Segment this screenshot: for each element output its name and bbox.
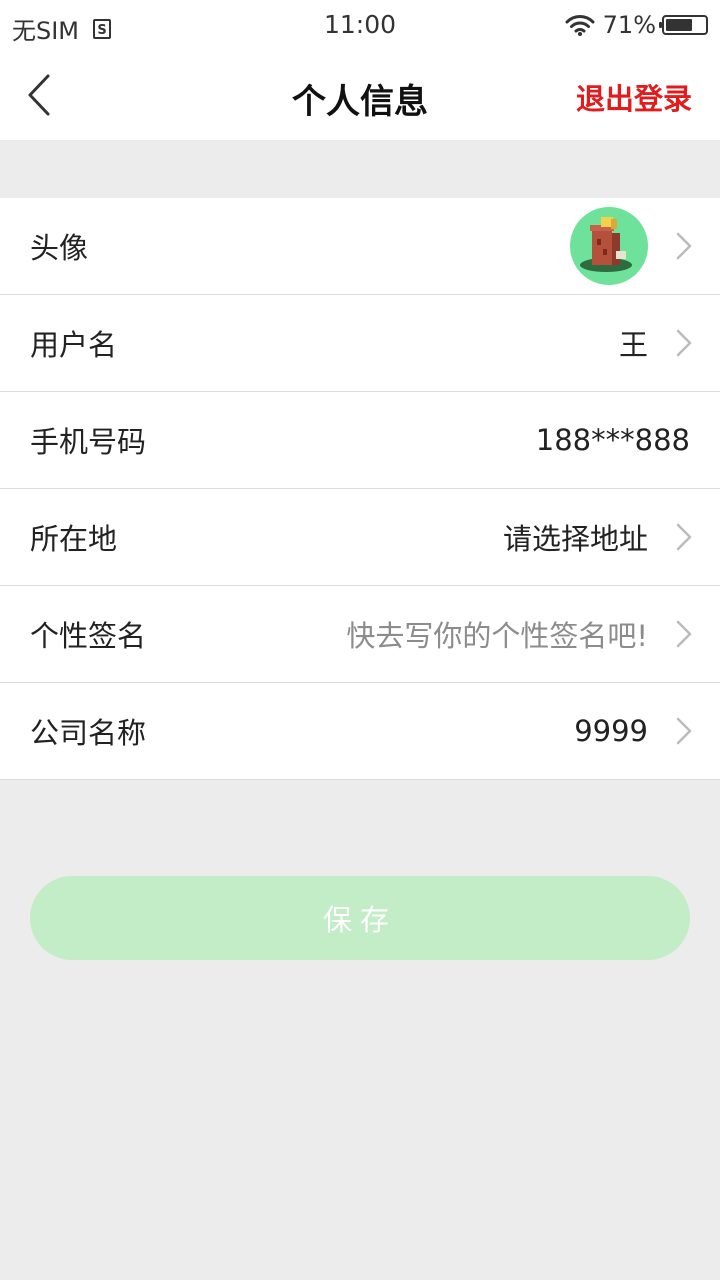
username-row[interactable]: 用户名 王 — [0, 295, 720, 392]
profile-list: 头像 用户名 王 手机号码 188***888 所在地 请选择地址 个性签名 快… — [0, 198, 720, 780]
avatar — [570, 207, 648, 285]
battery-icon — [659, 15, 708, 35]
avatar-image-icon — [580, 217, 632, 272]
company-value: 9999 — [574, 714, 648, 748]
signature-row[interactable]: 个性签名 快去写你的个性签名吧! — [0, 586, 720, 683]
company-label: 公司名称 — [30, 716, 147, 750]
nav-bar: 个人信息 退出登录 — [0, 50, 720, 140]
save-button[interactable]: 保存 — [30, 876, 690, 960]
signature-label: 个性签名 — [30, 619, 147, 653]
location-row[interactable]: 所在地 请选择地址 — [0, 489, 720, 586]
chevron-right-icon — [676, 329, 692, 357]
phone-value: 188***888 — [535, 423, 690, 457]
phone-label: 手机号码 — [30, 425, 147, 459]
chevron-right-icon — [676, 523, 692, 551]
username-value: 王 — [618, 328, 648, 362]
company-row[interactable]: 公司名称 9999 — [0, 683, 720, 780]
location-label: 所在地 — [30, 522, 118, 556]
chevron-right-icon — [676, 717, 692, 745]
status-bar: 无SIM S 11:00 71% — [0, 0, 720, 50]
battery-percent: 71% — [602, 11, 656, 39]
location-value: 请选择地址 — [502, 522, 648, 556]
logout-button[interactable]: 退出登录 — [576, 76, 692, 118]
chevron-right-icon — [676, 620, 692, 648]
wifi-icon — [565, 15, 595, 36]
status-right: 71% — [565, 11, 708, 39]
avatar-label: 头像 — [30, 231, 89, 265]
avatar-row[interactable]: 头像 — [0, 198, 720, 295]
username-label: 用户名 — [30, 328, 118, 362]
phone-row: 手机号码 188***888 — [0, 392, 720, 489]
chevron-right-icon — [676, 232, 692, 260]
signature-placeholder: 快去写你的个性签名吧! — [346, 619, 648, 653]
